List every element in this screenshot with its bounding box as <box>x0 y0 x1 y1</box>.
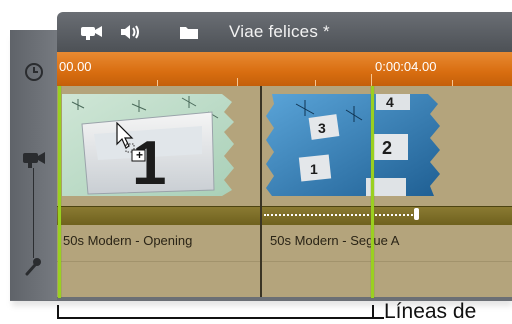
speaker-icon[interactable] <box>119 12 143 52</box>
ruler-tick <box>371 74 372 86</box>
cursor-plus-badge: + <box>135 148 143 162</box>
volume-handle[interactable] <box>414 208 419 220</box>
clip-label-opening[interactable]: 50s Modern - Opening <box>63 233 192 248</box>
clip-volume-bar[interactable] <box>57 206 512 226</box>
microphone-icon[interactable] <box>22 254 46 278</box>
time-ruler[interactable]: 00.00 0:00:04.00 <box>57 52 512 87</box>
folder-icon[interactable] <box>179 12 199 52</box>
project-title: Viae felices * <box>229 22 330 41</box>
annotation-caption: Líneas de <box>384 300 477 323</box>
clip-label-segue-a[interactable]: 50s Modern - Segue A <box>270 233 399 248</box>
ruler-start-label: 00.00 <box>59 59 92 74</box>
clock-icon[interactable] <box>22 60 46 84</box>
clip-boundary[interactable] <box>260 86 262 297</box>
ruler-tick <box>237 78 238 86</box>
thumbnail-number: 4 <box>386 94 394 110</box>
video-camera-icon[interactable] <box>80 12 104 52</box>
timeline-toolbar: Viae felices * <box>57 12 512 52</box>
thumbnail-number: 3 <box>318 120 326 136</box>
playhead-line-right[interactable] <box>371 86 374 298</box>
volume-level-line[interactable] <box>264 214 416 216</box>
rail-divider <box>33 168 34 258</box>
annotation-bracket-bottom <box>57 317 374 319</box>
annotation-bracket-tail <box>372 317 384 319</box>
thumbnail-number: 1 <box>310 161 318 177</box>
video-camera-icon[interactable] <box>20 146 48 170</box>
clip-thumbnail-segue-a[interactable]: 4 3 2 1 <box>266 94 442 196</box>
ruler-mark-label: 0:00:04.00 <box>375 59 437 74</box>
drag-cursor: + <box>116 121 148 162</box>
clip-thumbnail-opening[interactable]: 1 <box>62 94 238 196</box>
thumbnail-number: 2 <box>382 138 392 158</box>
track-divider <box>57 261 512 262</box>
playhead-line-left[interactable] <box>58 86 61 298</box>
